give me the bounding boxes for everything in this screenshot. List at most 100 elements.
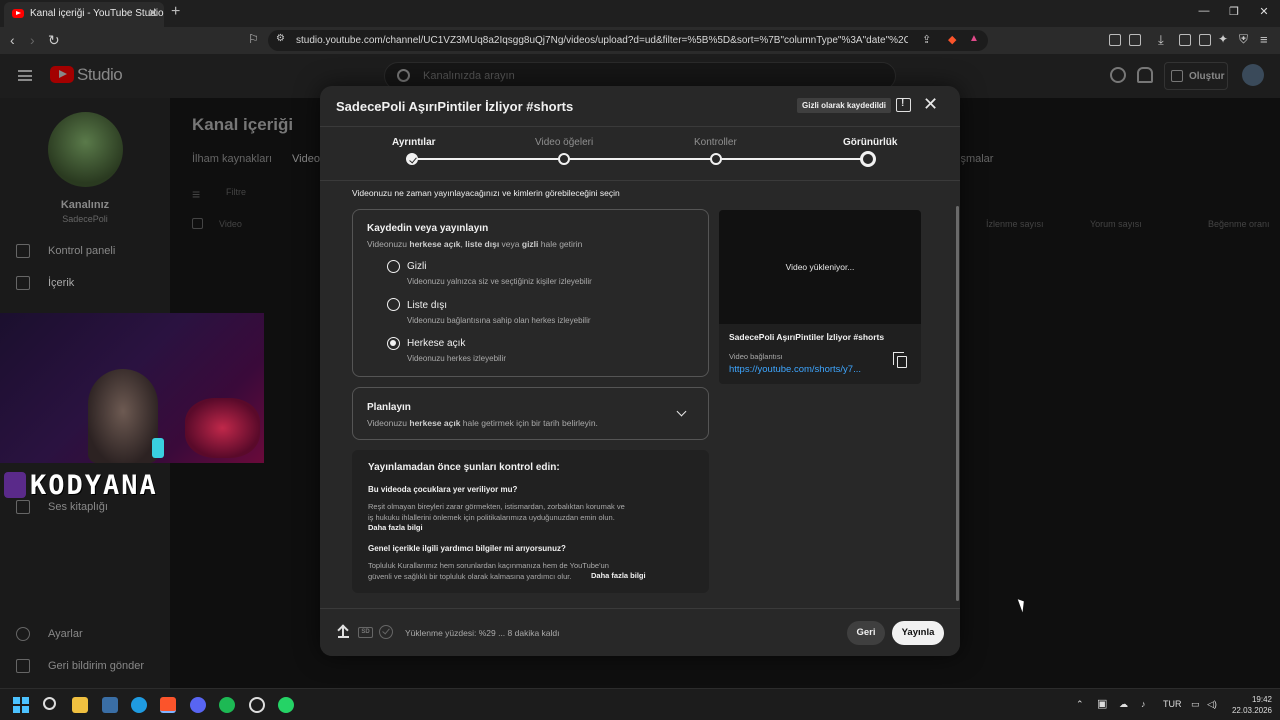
network-icon[interactable]: ▭ xyxy=(1191,699,1200,710)
vpn-shield-icon[interactable]: ⛨ xyxy=(1239,32,1248,47)
browser-tab-bar: Kanal içeriği - YouTube Studio ✕ + — ❐ ✕ xyxy=(0,0,1280,27)
step-details-checkmark-icon[interactable] xyxy=(406,153,418,165)
checklist-text-general-1: Topluluk Kurallarımız hem sorunlardan ka… xyxy=(368,561,609,570)
windows-start-icon[interactable] xyxy=(13,697,29,713)
step-checks-label[interactable]: Kontroller xyxy=(694,137,737,148)
tray-cloud-icon[interactable]: ☁ xyxy=(1119,699,1128,710)
address-bar[interactable]: ⚙ studio.youtube.com/channel/UC1VZ3MUq8a… xyxy=(268,30,988,51)
column-views[interactable]: İzlenme sayısı xyxy=(986,219,1044,229)
reload-icon[interactable]: ↻ xyxy=(48,32,60,49)
channel-avatar[interactable] xyxy=(48,112,123,187)
sd-quality-icon[interactable]: SD xyxy=(358,627,373,638)
column-comments[interactable]: Yorum sayısı xyxy=(1090,219,1142,229)
file-explorer-icon[interactable] xyxy=(72,697,88,713)
tab-collaborations[interactable]: işmalar xyxy=(958,153,993,165)
channel-name: SadecePoli xyxy=(62,214,108,224)
obs-icon[interactable] xyxy=(249,697,265,713)
tab-inspiration[interactable]: İlham kaynakları xyxy=(192,153,272,165)
checks-complete-icon[interactable] xyxy=(379,625,393,639)
microphone-icon[interactable]: ♪ xyxy=(1141,699,1146,709)
help-icon[interactable] xyxy=(1110,67,1126,83)
extensions-icon[interactable] xyxy=(1109,34,1121,46)
step-video-elements-label[interactable]: Video öğeleri xyxy=(535,137,593,148)
tab-video[interactable]: Video xyxy=(292,153,320,165)
spotify-icon[interactable] xyxy=(219,697,235,713)
dialog-scrollbar-thumb[interactable] xyxy=(956,206,959,601)
brave-rewards-icon[interactable]: ▲ xyxy=(969,33,979,44)
learn-more-link-general[interactable]: Daha fazla bilgi xyxy=(591,571,646,580)
tray-app-icon[interactable]: ▣ xyxy=(1097,697,1107,710)
filter-icon[interactable]: ≡ xyxy=(192,186,200,202)
create-video-icon xyxy=(1171,70,1183,82)
bookmark-icon[interactable]: ⚐ xyxy=(248,32,259,46)
back-arrow-icon[interactable]: ‹ xyxy=(10,32,15,48)
brave-shield-icon[interactable]: ◆ xyxy=(948,33,956,46)
video-preview-player[interactable]: Video yükleniyor... xyxy=(719,210,921,324)
mouse-cursor xyxy=(1017,597,1028,613)
sidebar-toggle-icon[interactable] xyxy=(1179,34,1191,46)
restore-icon[interactable]: ❐ xyxy=(1224,5,1244,18)
settings-gear-icon xyxy=(16,627,30,641)
whatsapp-icon[interactable] xyxy=(278,697,294,713)
upload-arrow-icon[interactable] xyxy=(338,626,349,638)
webcam-cyan-light xyxy=(152,438,164,458)
url-text[interactable]: studio.youtube.com/channel/UC1VZ3MUq8a2I… xyxy=(296,35,908,46)
forward-arrow-icon[interactable]: › xyxy=(30,32,35,48)
private-option-label[interactable]: Gizli xyxy=(407,261,426,272)
schedule-card[interactable]: Planlayın Videonuzu herkese açık hale ge… xyxy=(352,387,709,440)
step-details-label[interactable]: Ayrıntılar xyxy=(392,137,436,148)
browser-tab[interactable]: Kanal içeriği - YouTube Studio ✕ xyxy=(4,2,164,27)
youtube-logo-icon[interactable] xyxy=(50,66,74,83)
create-button[interactable]: Oluştur xyxy=(1164,62,1228,90)
brave-browser-icon[interactable] xyxy=(160,697,176,713)
select-all-checkbox[interactable] xyxy=(192,218,203,229)
edge-icon[interactable] xyxy=(131,697,147,713)
taskbar-clock[interactable]: 19:42 22.03.2026 xyxy=(1228,694,1272,716)
step-visibility-dot[interactable] xyxy=(860,151,876,167)
taskbar-search-icon[interactable] xyxy=(43,697,56,710)
wallet-icon[interactable] xyxy=(1199,34,1211,46)
close-icon[interactable]: ✕ xyxy=(923,94,938,115)
step-checks-dot[interactable] xyxy=(710,153,722,165)
screenshot-icon[interactable] xyxy=(1129,34,1141,46)
schedule-subtitle: Videonuzu herkese açık hale getirmek içi… xyxy=(367,418,598,428)
download-icon[interactable]: ⤓ xyxy=(1158,32,1164,48)
prepublish-checklist: Yayınlamadan önce şunları kontrol edin: … xyxy=(352,450,709,593)
private-radio[interactable] xyxy=(387,260,400,273)
studio-logo-text[interactable]: Studio xyxy=(77,65,123,85)
filter-label[interactable]: Filtre xyxy=(226,187,246,197)
tray-overflow-icon[interactable]: ⌃ xyxy=(1076,699,1084,710)
hamburger-menu-icon[interactable] xyxy=(18,70,32,81)
unlisted-radio[interactable] xyxy=(387,298,400,311)
publish-button[interactable]: Yayınla xyxy=(892,621,944,645)
volume-icon[interactable]: ◁) xyxy=(1207,699,1217,710)
minimize-icon[interactable]: — xyxy=(1194,5,1214,17)
step-visibility-label[interactable]: Görünürlük xyxy=(843,137,897,148)
public-option-label[interactable]: Herkese açık xyxy=(407,338,465,349)
microsoft-store-icon[interactable] xyxy=(102,697,118,713)
new-tab-icon[interactable]: + xyxy=(171,3,180,21)
copy-link-icon[interactable] xyxy=(893,352,907,368)
unlisted-option-label[interactable]: Liste dışı xyxy=(407,300,447,311)
language-indicator[interactable]: TUR xyxy=(1163,699,1182,709)
windows-taskbar: ⌃ ▣ ☁ ♪ TUR ▭ ◁) 19:42 22.03.2026 xyxy=(0,688,1280,720)
tab-close-icon[interactable]: ✕ xyxy=(148,6,158,20)
share-icon[interactable]: ⇪ xyxy=(922,33,931,46)
search-placeholder: Kanalınızda arayın xyxy=(423,70,515,82)
column-like-ratio[interactable]: Beğenme oranı xyxy=(1208,219,1270,229)
public-radio[interactable] xyxy=(387,337,400,350)
site-info-icon[interactable]: ⚙ xyxy=(276,33,285,44)
step-video-elements-dot[interactable] xyxy=(558,153,570,165)
notifications-bell-icon[interactable] xyxy=(1137,67,1153,83)
leo-ai-icon[interactable]: ✦ xyxy=(1218,32,1228,46)
chevron-down-icon[interactable] xyxy=(676,406,687,417)
content-icon xyxy=(16,276,30,290)
report-issue-icon[interactable] xyxy=(896,98,911,112)
window-close-icon[interactable]: ✕ xyxy=(1254,5,1274,18)
account-avatar[interactable] xyxy=(1242,64,1264,86)
back-button[interactable]: Geri xyxy=(847,621,885,645)
learn-more-link-children[interactable]: Daha fazla bilgi xyxy=(368,523,423,532)
video-link[interactable]: https://youtube.com/shorts/y7... xyxy=(729,364,861,375)
menu-icon[interactable]: ≡ xyxy=(1260,32,1268,47)
discord-icon[interactable] xyxy=(190,697,206,713)
